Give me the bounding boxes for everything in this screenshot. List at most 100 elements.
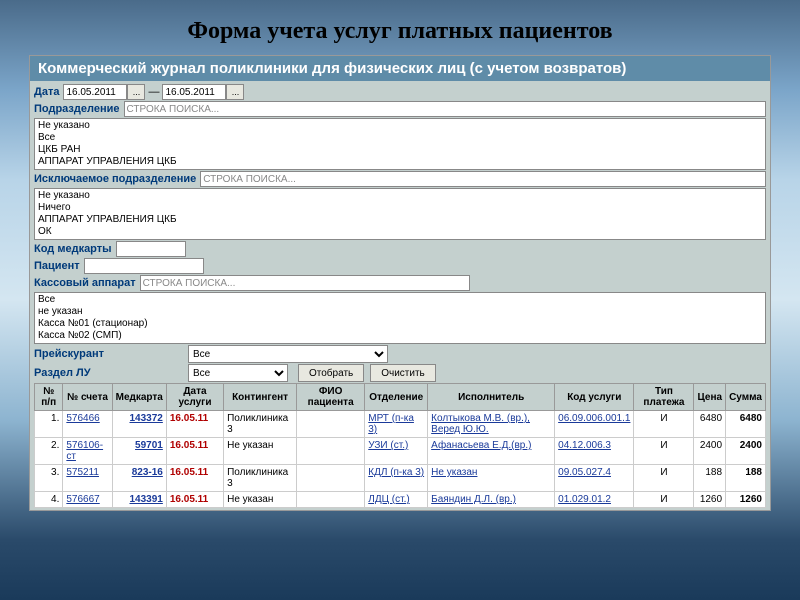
- cell-sum: 6480: [726, 411, 766, 438]
- cell-sum: 1260: [726, 492, 766, 508]
- slide-title: Форма учета услуг платных пациентов: [0, 0, 800, 55]
- col-cont: Контингент: [224, 384, 297, 411]
- col-fio: ФИО пациента: [297, 384, 365, 411]
- date-dash: —: [148, 86, 159, 98]
- cell-date: 16.05.11: [166, 465, 223, 492]
- table-row: 4.57666714339116.05.11Не указан ЛДЦ (ст.)…: [35, 492, 766, 508]
- table-row: 2.576106-ст5970116.05.11Не указан УЗИ (ст…: [35, 438, 766, 465]
- list-item[interactable]: Все: [36, 294, 764, 306]
- cell-n: 2.: [35, 438, 63, 465]
- col-exec: Исполнитель: [428, 384, 555, 411]
- date-to-input[interactable]: [162, 84, 226, 100]
- cell-dept[interactable]: УЗИ (ст.): [365, 438, 428, 465]
- col-price: Цена: [694, 384, 726, 411]
- col-date: Дата услуги: [166, 384, 223, 411]
- cell-cont: Не указан: [224, 492, 297, 508]
- list-item[interactable]: ОК: [36, 226, 764, 238]
- cell-ptype: И: [634, 438, 694, 465]
- table-row: 1.57646614337216.05.11Поликлиника 3МРТ (…: [35, 411, 766, 438]
- list-item[interactable]: Не указано: [36, 120, 764, 132]
- list-item[interactable]: ЦКБ РАН: [36, 144, 764, 156]
- medcard-input[interactable]: [116, 241, 186, 257]
- lu-section-label: Раздел ЛУ: [34, 367, 184, 379]
- cell-card[interactable]: 143391: [112, 492, 166, 508]
- cell-cont: Поликлиника 3: [224, 411, 297, 438]
- list-item[interactable]: Касса №02 (СМП): [36, 330, 764, 342]
- table-row: 3.575211823-1616.05.11Поликлиника 3КДЛ (…: [35, 465, 766, 492]
- cell-n: 4.: [35, 492, 63, 508]
- clear-button[interactable]: Очистить: [370, 364, 436, 382]
- cell-exec[interactable]: Не указан: [428, 465, 555, 492]
- cell-acct[interactable]: 576667: [63, 492, 112, 508]
- date-from-picker[interactable]: ...: [127, 84, 145, 100]
- dept-listbox[interactable]: Не указано Все ЦКБ РАН АППАРАТ УПРАВЛЕНИ…: [34, 118, 766, 170]
- cell-code[interactable]: 06.09.006.001.1: [555, 411, 634, 438]
- cash-search-input[interactable]: [140, 275, 470, 291]
- list-item[interactable]: АППАРАТ УПРАВЛЕНИЯ ЦКБ: [36, 214, 764, 226]
- list-item[interactable]: Ничего: [36, 202, 764, 214]
- col-n: № п/п: [35, 384, 63, 411]
- patient-input[interactable]: [84, 258, 204, 274]
- cell-acct[interactable]: 575211: [63, 465, 112, 492]
- list-item[interactable]: АППАРАТ УПРАВЛЕНИЯ ЦКБ: [36, 156, 764, 168]
- excl-dept-label: Исключаемое подразделение: [34, 173, 196, 185]
- results-table: № п/п № счета Медкарта Дата услуги Конти…: [34, 383, 766, 508]
- cell-fio: [297, 492, 365, 508]
- cell-card[interactable]: 59701: [112, 438, 166, 465]
- cell-acct[interactable]: 576106-ст: [63, 438, 112, 465]
- cell-price: 6480: [694, 411, 726, 438]
- col-acct: № счета: [63, 384, 112, 411]
- cell-price: 188: [694, 465, 726, 492]
- patient-label: Пациент: [34, 260, 80, 272]
- form-body: Дата ... — ... Подразделение Не указано …: [30, 81, 770, 510]
- cash-label: Кассовый аппарат: [34, 277, 136, 289]
- cell-cont: Поликлиника 3: [224, 465, 297, 492]
- cell-ptype: И: [634, 411, 694, 438]
- date-label: Дата: [34, 86, 59, 98]
- cell-exec[interactable]: Баяндин Д.Л. (вр.): [428, 492, 555, 508]
- date-from-input[interactable]: [63, 84, 127, 100]
- col-card: Медкарта: [112, 384, 166, 411]
- cash-listbox[interactable]: Все не указан Касса №01 (стационар) Касс…: [34, 292, 766, 344]
- cell-code[interactable]: 01.029.01.2: [555, 492, 634, 508]
- cell-card[interactable]: 823-16: [112, 465, 166, 492]
- col-dept: Отделение: [365, 384, 428, 411]
- cell-dept[interactable]: МРТ (п-ка 3): [365, 411, 428, 438]
- cell-exec[interactable]: Колтыкова М.В. (вр.), Веред Ю.Ю.: [428, 411, 555, 438]
- cell-code[interactable]: 04.12.006.3: [555, 438, 634, 465]
- cell-sum: 188: [726, 465, 766, 492]
- lu-section-select[interactable]: Все: [188, 364, 288, 382]
- cell-card[interactable]: 143372: [112, 411, 166, 438]
- list-item[interactable]: Все: [36, 132, 764, 144]
- cell-exec[interactable]: Афанасьева Е.Д.(вр.): [428, 438, 555, 465]
- excl-dept-search-input[interactable]: [200, 171, 766, 187]
- cell-date: 16.05.11: [166, 492, 223, 508]
- cell-ptype: И: [634, 492, 694, 508]
- medcard-label: Код медкарты: [34, 243, 112, 255]
- cell-date: 16.05.11: [166, 438, 223, 465]
- list-item[interactable]: не указан: [36, 306, 764, 318]
- list-item[interactable]: Не указано: [36, 190, 764, 202]
- cell-cont: Не указан: [224, 438, 297, 465]
- dept-label: Подразделение: [34, 103, 120, 115]
- cell-dept[interactable]: ЛДЦ (ст.): [365, 492, 428, 508]
- cell-dept[interactable]: КДЛ (п-ка 3): [365, 465, 428, 492]
- cell-acct[interactable]: 576466: [63, 411, 112, 438]
- col-ptype: Тип платежа: [634, 384, 694, 411]
- col-sum: Сумма: [726, 384, 766, 411]
- list-item[interactable]: Касса №01 (стационар): [36, 318, 764, 330]
- cell-price: 1260: [694, 492, 726, 508]
- cell-code[interactable]: 09.05.027.4: [555, 465, 634, 492]
- cell-date: 16.05.11: [166, 411, 223, 438]
- col-code: Код услуги: [555, 384, 634, 411]
- date-to-picker[interactable]: ...: [226, 84, 244, 100]
- select-button[interactable]: Отобрать: [298, 364, 364, 382]
- cell-ptype: И: [634, 465, 694, 492]
- cell-sum: 2400: [726, 438, 766, 465]
- excl-dept-listbox[interactable]: Не указано Ничего АППАРАТ УПРАВЛЕНИЯ ЦКБ…: [34, 188, 766, 240]
- cell-fio: [297, 465, 365, 492]
- pricelist-select[interactable]: Все: [188, 345, 388, 363]
- dept-search-input[interactable]: [124, 101, 767, 117]
- app-header: Коммерческий журнал поликлиники для физи…: [30, 56, 770, 81]
- table-header-row: № п/п № счета Медкарта Дата услуги Конти…: [35, 384, 766, 411]
